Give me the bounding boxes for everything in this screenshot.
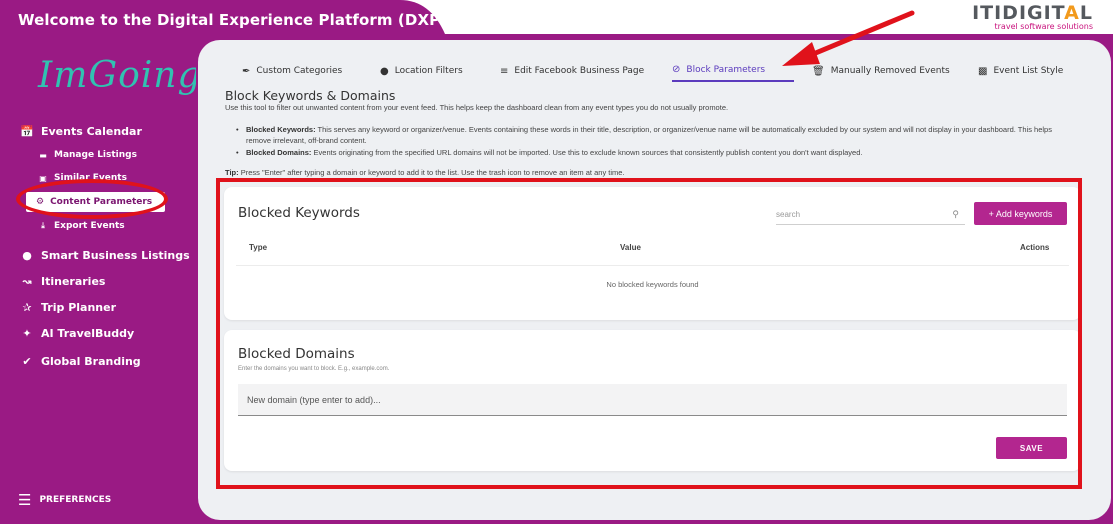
- magic-wand-icon: ✒: [242, 65, 251, 77]
- sidebar-item-trip-planner[interactable]: ✰ Trip Planner: [20, 300, 116, 314]
- list-icon: ≡: [500, 65, 509, 77]
- sidebar-item-smart-business-listings[interactable]: ● Smart Business Listings: [20, 248, 190, 262]
- preferences-button[interactable]: ☰ PREFERENCES: [18, 491, 111, 509]
- map-pin-icon: ●: [22, 248, 32, 262]
- tab-event-list-style[interactable]: ▩ Event List Style: [978, 60, 1063, 82]
- bullet-domains: Blocked Domains: Events originating from…: [236, 147, 1066, 158]
- tab-bar: ✒ Custom Categories ● Location Filters ≡…: [198, 60, 1111, 84]
- sidebar-item-global-branding[interactable]: ✔ Global Branding: [20, 354, 140, 368]
- sidebar-item-itineraries[interactable]: ↝ Itineraries: [20, 274, 105, 288]
- window-icon: ▩: [978, 65, 988, 77]
- download-icon: ⤓: [41, 221, 45, 230]
- tab-manually-removed-events[interactable]: 🗑 Manually Removed Events: [812, 60, 950, 82]
- tip-text: Tip: Press "Enter" after typing a domain…: [225, 168, 625, 177]
- annotation-ellipse: [16, 179, 168, 219]
- list-icon: ▬: [39, 150, 47, 160]
- route-icon: ↝: [22, 274, 32, 288]
- trash-icon: 🗑: [812, 65, 825, 77]
- badge-icon: ✔: [22, 354, 32, 368]
- tab-edit-facebook-business-page[interactable]: ≡ Edit Facebook Business Page: [500, 60, 644, 82]
- bullet-keywords: Blocked Keywords: This serves any keywor…: [236, 124, 1066, 146]
- tab-custom-categories[interactable]: ✒ Custom Categories: [242, 60, 342, 82]
- help-bullets: Blocked Keywords: This serves any keywor…: [236, 124, 1066, 159]
- copy-icon: ▣: [39, 173, 47, 183]
- tab-location-filters[interactable]: ● Location Filters: [380, 60, 463, 82]
- app-title: Welcome to the Digital Experience Platfo…: [18, 11, 448, 29]
- sidebar-item-export-events[interactable]: ⤓ Export Events: [38, 221, 124, 231]
- sidebar-item-ai-travelbuddy[interactable]: ✦ AI TravelBuddy: [20, 326, 134, 340]
- annotation-rectangle: [216, 178, 1082, 489]
- brand-logo: ITIDIGITAL travel software solutions: [972, 2, 1093, 31]
- imgoing-logo: ImGoing: [38, 55, 202, 96]
- sidebar-item-events-calendar[interactable]: 📅 Events Calendar: [20, 124, 142, 138]
- tab-block-parameters[interactable]: ⊘ Block Parameters: [672, 60, 794, 82]
- page-intro: Use this tool to filter out unwanted con…: [225, 103, 729, 112]
- sparkle-icon: ✦: [22, 326, 32, 340]
- map-pin-icon: ●: [380, 65, 389, 77]
- menu-icon: ☰: [18, 491, 32, 509]
- hiker-icon: ✰: [22, 300, 32, 314]
- sidebar-item-manage-listings[interactable]: ▬ Manage Listings: [38, 150, 137, 160]
- calendar-icon: 📅: [20, 124, 34, 138]
- block-icon: ⊘: [672, 64, 681, 75]
- page-heading: Block Keywords & Domains: [225, 88, 396, 103]
